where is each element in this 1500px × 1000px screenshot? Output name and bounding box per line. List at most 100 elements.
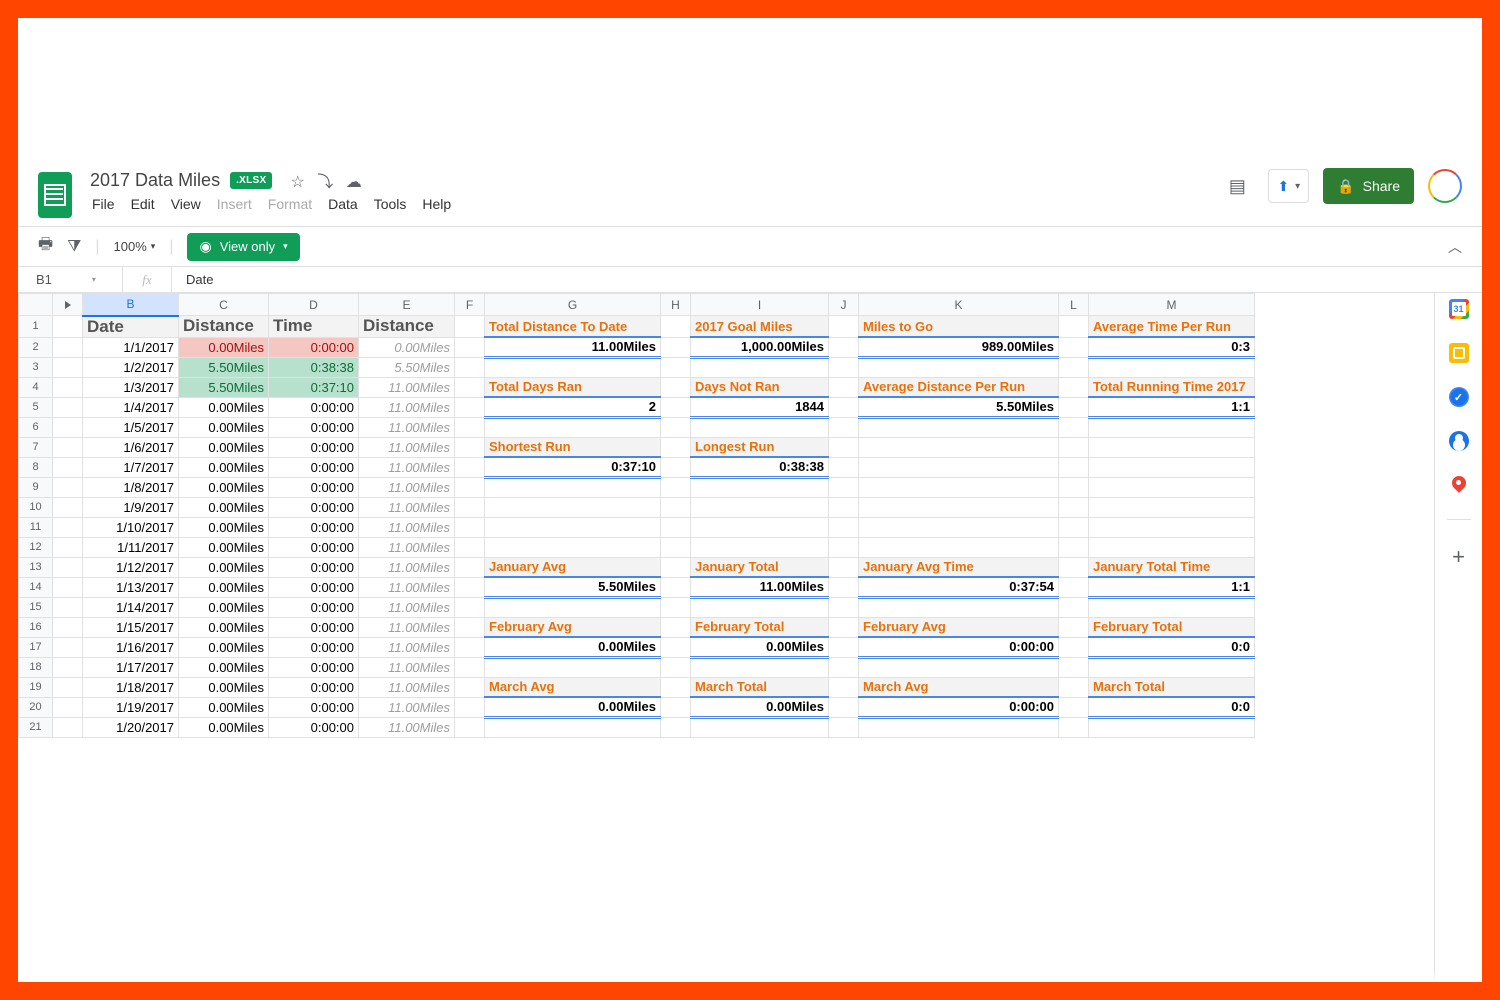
cell-time[interactable]: 0:00:00 [269,497,359,517]
menu-view[interactable]: View [171,196,201,212]
cell-H[interactable] [661,397,691,417]
row-header[interactable]: 7 [19,437,53,457]
cell-A[interactable] [53,637,83,657]
cell-distance[interactable]: 0.00Miles [179,657,269,677]
cell-A[interactable] [53,697,83,717]
cell-J[interactable] [829,597,859,617]
stat-value[interactable]: 0.00Miles [691,637,829,657]
cell-J[interactable] [829,437,859,457]
cell[interactable] [1089,477,1255,497]
row-header[interactable]: 9 [19,477,53,497]
cell-H[interactable] [661,657,691,677]
cell[interactable] [1089,457,1255,477]
cell-F[interactable] [455,337,485,357]
cell-A[interactable] [53,557,83,577]
cell-F[interactable] [455,477,485,497]
cell-J[interactable] [829,457,859,477]
account-avatar[interactable] [1428,169,1462,203]
row-header[interactable]: 4 [19,377,53,397]
cell-F[interactable] [455,437,485,457]
row-header[interactable]: 15 [19,597,53,617]
cell-L[interactable] [1059,316,1089,338]
column-header-I[interactable]: I [691,294,829,316]
column-header-B[interactable]: B [83,294,179,316]
add-addon-icon[interactable]: + [1452,544,1465,570]
stat-value[interactable]: 0:37:54 [859,577,1059,597]
stat-value[interactable]: 11.00Miles [691,577,829,597]
cell-H[interactable] [661,557,691,577]
cell[interactable] [485,657,661,677]
cell-A[interactable] [53,577,83,597]
header-date[interactable]: Date [83,316,179,338]
cell-J[interactable] [829,637,859,657]
cell-F[interactable] [455,697,485,717]
cell[interactable] [859,537,1059,557]
cell-time[interactable]: 0:00:00 [269,337,359,357]
cell[interactable] [1089,417,1255,437]
cell-date[interactable]: 1/9/2017 [83,497,179,517]
stat-value[interactable]: 5.50Miles [859,397,1059,417]
stat-value[interactable]: 0.00Miles [691,697,829,717]
cell-distance[interactable]: 0.00Miles [179,417,269,437]
stat-header[interactable]: Average Distance Per Run [859,377,1059,397]
row-header[interactable]: 21 [19,717,53,737]
cell-A[interactable] [53,537,83,557]
cell-F[interactable] [455,417,485,437]
cell[interactable] [1089,437,1255,457]
cell-distance[interactable]: 0.00Miles [179,717,269,737]
cell-J[interactable] [829,477,859,497]
cell-distance[interactable]: 0.00Miles [179,697,269,717]
cell[interactable] [485,497,661,517]
cell[interactable] [691,497,829,517]
cell-L[interactable] [1059,577,1089,597]
cell-distance[interactable]: 0.00Miles [179,597,269,617]
document-title[interactable]: 2017 Data Miles [90,170,220,191]
cell[interactable] [485,597,661,617]
cell-L[interactable] [1059,337,1089,357]
row-header[interactable]: 11 [19,517,53,537]
stat-value[interactable]: 0:00:00 [859,637,1059,657]
cell[interactable] [859,597,1059,617]
cell-H[interactable] [661,437,691,457]
cell-time[interactable]: 0:00:00 [269,697,359,717]
cell-J[interactable] [829,357,859,377]
row-header[interactable]: 12 [19,537,53,557]
cell-date[interactable]: 1/4/2017 [83,397,179,417]
cell-date[interactable]: 1/17/2017 [83,657,179,677]
stat-value[interactable]: 1,000.00Miles [691,337,829,357]
stat-header[interactable]: Miles to Go [859,316,1059,338]
cell[interactable] [859,477,1059,497]
cell-H[interactable] [661,537,691,557]
cell-H[interactable] [661,357,691,377]
row-header[interactable]: 3 [19,357,53,377]
stat-header[interactable]: Total Running Time 2017 [1089,377,1255,397]
cell-date[interactable]: 1/12/2017 [83,557,179,577]
calendar-icon[interactable] [1449,299,1469,319]
cell-L[interactable] [1059,517,1089,537]
stat-header[interactable]: March Avg [859,677,1059,697]
cell-F[interactable] [455,517,485,537]
cell-J[interactable] [829,657,859,677]
stat-value[interactable]: 1844 [691,397,829,417]
header-distance[interactable]: Distance [179,316,269,338]
column-header-D[interactable]: D [269,294,359,316]
row-header[interactable]: 13 [19,557,53,577]
row-header[interactable]: 19 [19,677,53,697]
cell-J[interactable] [829,717,859,737]
cell[interactable] [859,657,1059,677]
filter-icon[interactable]: ⧩ [67,238,81,256]
cell-time[interactable]: 0:00:00 [269,517,359,537]
cell-L[interactable] [1059,417,1089,437]
cell-time[interactable]: 0:00:00 [269,717,359,737]
cell-distance[interactable]: 0.00Miles [179,497,269,517]
cell-date[interactable]: 1/14/2017 [83,597,179,617]
cell-time[interactable]: 0:00:00 [269,557,359,577]
formula-bar[interactable]: Date [172,272,213,287]
cell-A[interactable] [53,597,83,617]
stat-value[interactable]: 0:0 [1089,697,1255,717]
cell-J[interactable] [829,577,859,597]
cell-distance[interactable]: 0.00Miles [179,437,269,457]
menu-data[interactable]: Data [328,196,358,212]
cell[interactable] [859,717,1059,737]
cell-date[interactable]: 1/18/2017 [83,677,179,697]
